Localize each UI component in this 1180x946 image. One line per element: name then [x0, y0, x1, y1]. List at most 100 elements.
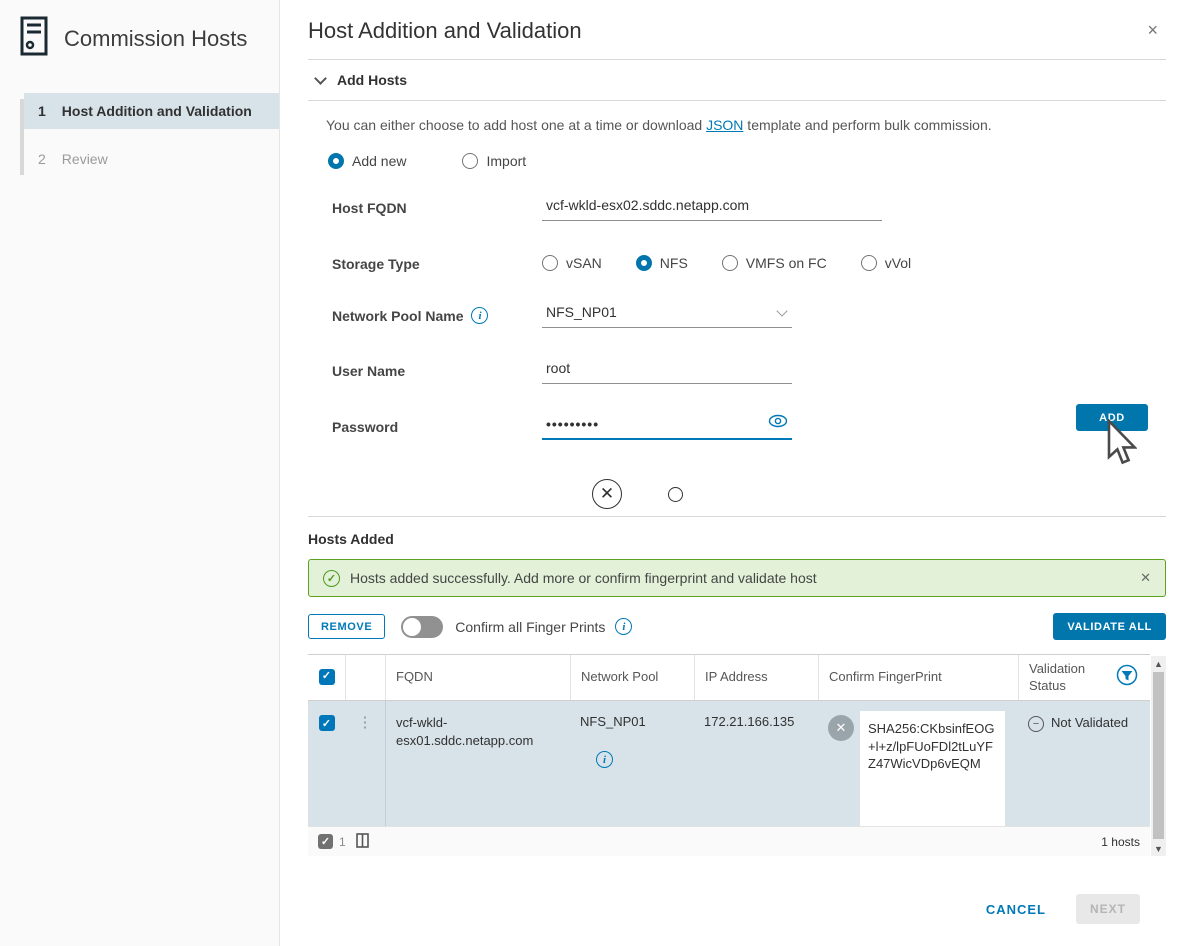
- toggle-knob: [403, 618, 421, 636]
- radio-label: Import: [486, 153, 526, 169]
- storage-type-row: Storage Type vSAN NFS VMFS on FC: [308, 253, 1166, 272]
- info-icon[interactable]: i: [471, 307, 488, 324]
- commission-hosts-wizard: Commission Hosts 1 Host Addition and Val…: [0, 0, 1180, 946]
- validation-status-text: Not Validated: [1051, 715, 1128, 730]
- row-ip-address: 172.21.166.135: [694, 701, 818, 826]
- select-all-cell: ✓: [308, 655, 345, 700]
- column-header-validation-status[interactable]: Validation Status: [1018, 655, 1148, 700]
- scrollbar-thumb[interactable]: [1153, 672, 1164, 839]
- select-all-checkbox[interactable]: ✓: [319, 669, 335, 685]
- column-header-label: Validation Status: [1029, 661, 1115, 694]
- wizard-title: Commission Hosts: [64, 26, 247, 52]
- radio-label: Add new: [352, 153, 406, 169]
- radio-unselected-icon: [462, 153, 478, 169]
- column-header-confirm-fingerprint[interactable]: Confirm FingerPrint: [818, 655, 1018, 700]
- radio-vmfs-on-fc[interactable]: VMFS on FC: [722, 255, 827, 271]
- reject-fingerprint-icon[interactable]: ✕: [828, 715, 854, 741]
- json-template-link[interactable]: JSON: [706, 117, 743, 133]
- hosts-added-divider: [308, 516, 1166, 517]
- fingerprint-value: SHA256:CKbsinfEOG+l+z/lpFUoFDl2tLuYFZ47W…: [860, 711, 1005, 826]
- scroll-up-icon[interactable]: ▲: [1151, 656, 1166, 671]
- status-icon-row: ✕: [592, 472, 1166, 516]
- alert-close-icon[interactable]: ✕: [1140, 570, 1151, 586]
- network-pool-value: NFS_NP01: [580, 714, 684, 729]
- remove-button[interactable]: REMOVE: [308, 614, 385, 639]
- chevron-down-icon: [776, 305, 787, 316]
- actions-header-cell: [345, 655, 385, 700]
- radio-nfs[interactable]: NFS: [636, 255, 688, 271]
- hosts-table: ✓ FQDN Network Pool IP Address Confirm F…: [308, 654, 1150, 856]
- row-confirm-fingerprint: ✕ SHA256:CKbsinfEOG+l+z/lpFUoFDl2tLuYFZ4…: [818, 701, 1018, 826]
- user-name-label: User Name: [308, 360, 542, 379]
- host-fqdn-label: Host FQDN: [308, 197, 542, 216]
- circle-icon: [668, 487, 683, 502]
- add-button[interactable]: ADD: [1076, 404, 1148, 431]
- footer-selected-checkbox[interactable]: ✓: [318, 834, 333, 849]
- dialog-header: Host Addition and Validation ×: [308, 0, 1166, 59]
- add-host-form: Host FQDN vcf-wkld-esx02.sddc.netapp.com…: [308, 197, 1166, 440]
- column-picker-icon[interactable]: [356, 833, 369, 851]
- host-fqdn-row: Host FQDN vcf-wkld-esx02.sddc.netapp.com: [308, 197, 1166, 221]
- step-label: Host Addition and Validation: [62, 103, 252, 119]
- step-review[interactable]: 2 Review: [24, 141, 279, 177]
- wizard-sidebar: Commission Hosts 1 Host Addition and Val…: [0, 0, 280, 946]
- info-icon[interactable]: i: [596, 751, 613, 768]
- host-table-row[interactable]: ✓ ⋮ vcf-wkld-esx01.sddc.netapp.com NFS_N…: [308, 701, 1150, 826]
- radio-selected-icon: [636, 255, 652, 271]
- radio-vsan[interactable]: vSAN: [542, 255, 602, 271]
- network-pool-value: NFS_NP01: [546, 304, 617, 320]
- server-icon: [18, 16, 50, 61]
- wizard-main-panel: Host Addition and Validation × Add Hosts…: [280, 0, 1180, 946]
- user-name-row: User Name root: [308, 360, 1166, 384]
- confirm-fingerprints-toggle[interactable]: [401, 616, 443, 638]
- not-validated-icon: −: [1028, 716, 1044, 732]
- radio-vvol[interactable]: vVol: [861, 255, 911, 271]
- row-kebab-menu-icon[interactable]: ⋮: [345, 701, 385, 826]
- x-circle-icon[interactable]: ✕: [592, 479, 622, 509]
- host-fqdn-input[interactable]: vcf-wkld-esx02.sddc.netapp.com: [542, 197, 882, 221]
- section-divider: [308, 100, 1166, 101]
- next-button[interactable]: NEXT: [1076, 894, 1140, 924]
- password-input[interactable]: •••••••••: [542, 416, 792, 440]
- column-header-ip-address[interactable]: IP Address: [694, 655, 818, 700]
- hosts-added-title: Hosts Added: [308, 531, 1166, 547]
- add-hosts-section-header[interactable]: Add Hosts: [308, 60, 1166, 100]
- radio-label: vVol: [885, 255, 911, 271]
- description-text: template and perform bulk commission.: [743, 117, 991, 133]
- scroll-down-icon[interactable]: ▼: [1151, 841, 1166, 856]
- hosts-count-label: 1 hosts: [1101, 835, 1140, 849]
- network-pool-select[interactable]: NFS_NP01: [542, 304, 792, 328]
- table-scrollbar[interactable]: ▲ ▼: [1151, 656, 1166, 856]
- add-mode-radio-group: Add new Import: [328, 153, 1166, 169]
- radio-add-new[interactable]: Add new: [328, 153, 406, 169]
- info-icon[interactable]: i: [615, 618, 632, 635]
- radio-label: vSAN: [566, 255, 602, 271]
- radio-unselected-icon: [861, 255, 877, 271]
- show-password-eye-icon[interactable]: [768, 414, 788, 431]
- storage-type-radio-group: vSAN NFS VMFS on FC vVol: [542, 253, 911, 271]
- storage-type-label: Storage Type: [308, 253, 542, 272]
- step-label: Review: [62, 151, 108, 167]
- validate-all-button[interactable]: VALIDATE ALL: [1053, 613, 1166, 640]
- step-host-addition[interactable]: 1 Host Addition and Validation: [24, 93, 279, 129]
- radio-import[interactable]: Import: [462, 153, 526, 169]
- network-pool-label: Network Pool Name i: [308, 304, 542, 324]
- password-label: Password: [308, 416, 542, 435]
- password-row: Password •••••••••: [308, 416, 1166, 440]
- network-pool-row: Network Pool Name i NFS_NP01: [308, 304, 1166, 328]
- close-icon[interactable]: ×: [1139, 16, 1166, 45]
- row-fqdn: vcf-wkld-esx01.sddc.netapp.com: [385, 701, 570, 826]
- cancel-button[interactable]: CANCEL: [986, 902, 1046, 917]
- radio-unselected-icon: [542, 255, 558, 271]
- column-header-fqdn[interactable]: FQDN: [385, 655, 570, 700]
- row-checkbox[interactable]: ✓: [319, 715, 335, 731]
- filter-icon[interactable]: [1116, 664, 1138, 690]
- step-number: 2: [38, 151, 46, 167]
- radio-label: NFS: [660, 255, 688, 271]
- password-masked-value: •••••••••: [546, 416, 599, 432]
- column-header-network-pool[interactable]: Network Pool: [570, 655, 694, 700]
- sidebar-header: Commission Hosts: [0, 16, 279, 61]
- row-select-cell: ✓: [308, 701, 345, 826]
- row-network-pool: NFS_NP01 i: [570, 701, 694, 826]
- user-name-input[interactable]: root: [542, 360, 792, 384]
